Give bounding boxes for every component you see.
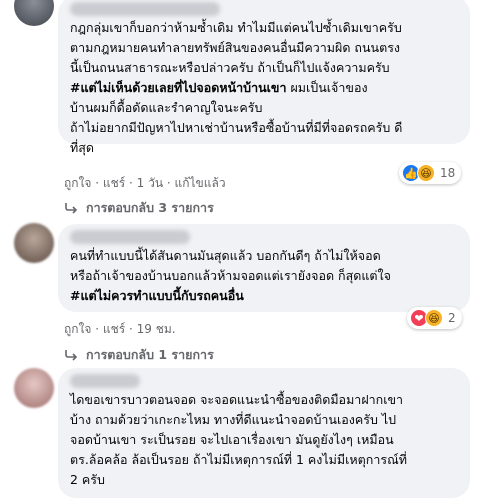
reaction-summary[interactable]: 👍 😆 18 [399, 162, 462, 184]
timestamp[interactable]: 19 ชม. [137, 322, 176, 336]
avatar[interactable] [14, 223, 54, 263]
author-name[interactable] [70, 374, 140, 388]
comment-text-line: หรือถ้าเจ้าของบ้านบอกแล้วห้ามจอดแต่เรายั… [70, 268, 391, 283]
like-button[interactable]: ถูกใจ [64, 176, 91, 190]
reaction-count: 2 [448, 311, 456, 325]
comment-text-line: ที่สุด [70, 140, 94, 155]
comment-bubble: กฎกลุ่มเขาก็บอกว่าห้ามซ้ำเดิม ทำไมมีแต่ค… [58, 0, 470, 155]
hashtag[interactable]: #แต่ไม่ควรทำแบบนี้กับรถคนอื่น [70, 286, 458, 306]
comment-text-line: กฎกลุ่มเขาก็บอกว่าห้ามซ้ำเดิม ทำไมมีแต่ค… [70, 20, 402, 35]
comment-actions: ถูกใจ · แชร์ · 19 ชม. [64, 320, 176, 339]
hashtag[interactable]: #แต่ไม่เห็นด้วยเลยที่ไปจอดหน้าบ้านเขา [70, 80, 287, 95]
view-replies-link[interactable]: การตอบกลับ 3 รายการ [64, 198, 214, 218]
separator: · [91, 176, 103, 190]
replies-label: การตอบกลับ 3 รายการ [86, 200, 214, 215]
haha-reaction-icon: 😆 [417, 164, 435, 182]
comment-actions: ถูกใจ · แชร์ · 1 วัน · แก้ไขแล้ว [64, 174, 226, 193]
comment-text-line: 2 ครับ [70, 472, 105, 487]
reply-arrow-icon [65, 203, 78, 214]
reaction-summary[interactable]: ❤ 😆 2 [407, 307, 462, 329]
avatar[interactable] [14, 0, 54, 26]
comment-text-line: บ้าง ถามด้วยว่าเกะกะไหม ทางที่ดีแนะนำจอด… [70, 412, 397, 427]
share-button[interactable]: แชร์ [103, 322, 125, 336]
comment-text-line: คนที่ทำแบบนี้ได้สันดานมันสุดแล้ว บอกกันด… [70, 248, 381, 263]
comment-text-tail: ผมเป็นเจ้าของ [286, 80, 368, 95]
haha-reaction-icon: 😆 [425, 309, 443, 327]
comment-bubble: คนที่ทำแบบนี้ได้สันดานมันสุดแล้ว บอกกันด… [58, 224, 470, 312]
share-button[interactable]: แชร์ [103, 176, 125, 190]
comment-text-line: ตามกฎหมายคนทำลายทรัพย์สินของคนอื่นมีความ… [70, 40, 401, 55]
author-name[interactable] [70, 230, 190, 244]
reaction-count: 18 [440, 166, 456, 180]
edited-label: แก้ไขแล้ว [174, 176, 226, 190]
separator: · [125, 176, 137, 190]
avatar[interactable] [14, 368, 54, 408]
reply-arrow-icon [65, 350, 78, 361]
author-name[interactable] [70, 2, 220, 16]
comment-text-line: บ้านผมก็ดื้อดัดและรำคาญใจนะครับ [70, 100, 263, 115]
separator: · [125, 322, 137, 336]
like-button[interactable]: ถูกใจ [64, 322, 91, 336]
comment-bubble: ไดขอเขารบาวตอนจอด จะจอดแนะนำซื้อของติดมื… [58, 368, 470, 498]
comment-text-line: จอดบ้านเขา ระเป็นรอย จะไปเอาเรื่องเขา มั… [70, 432, 394, 447]
comment-text-line: ถ้าไม่อยากมีปัญหาไปหาเช่าบ้านหรือซื้อบ้า… [70, 120, 403, 135]
replies-label: การตอบกลับ 1 รายการ [86, 347, 214, 362]
comment-text-line: ตร.ล้อคล้อ ล้อเป็นรอย ถ้าไม่มีเหตุการณ์ท… [70, 452, 407, 467]
view-replies-link[interactable]: การตอบกลับ 1 รายการ [64, 345, 214, 365]
comment-text-line: ไดขอเขารบาวตอนจอด จะจอดแนะนำซื้อของติดมื… [70, 392, 404, 407]
comment-text-line: #แต่ไม่เห็นด้วยเลยที่ไปจอดหน้าบ้านเขา ผม… [70, 78, 458, 98]
timestamp[interactable]: 1 วัน [137, 176, 163, 190]
comment-text-line: นี้เป็นถนนสาธารณะหรือปล่าวครับ ถ้าเป็นก็… [70, 60, 390, 75]
separator: · [163, 176, 175, 190]
separator: · [91, 322, 103, 336]
